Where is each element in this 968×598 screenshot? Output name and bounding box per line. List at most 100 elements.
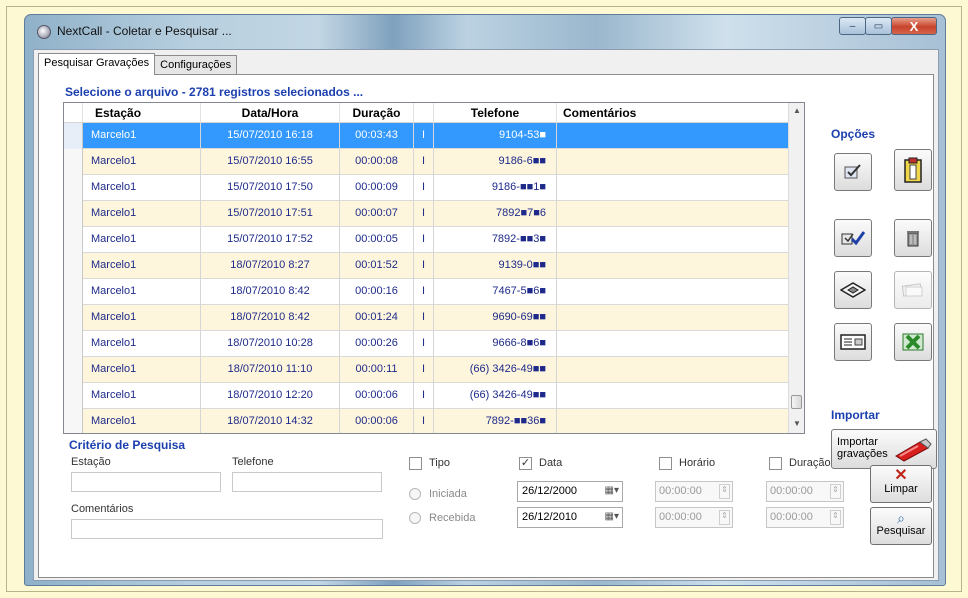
table-row[interactable]: Marcelo1 18/07/2010 11:10 00:00:11 I (66) 34… [64,357,789,383]
importar-gravacoes-button[interactable]: Importar gravações [831,429,937,469]
spinner-icon[interactable]: ⇕ [719,510,730,525]
row-selector[interactable] [64,331,83,357]
cell-telefone: 7892-■■36■ [434,409,557,433]
horario-checkbox[interactable] [659,457,672,470]
horario-from-input[interactable]: 00:00:00 ⇕ [655,481,733,502]
scroll-up-icon[interactable]: ▲ [789,103,804,120]
spinner-icon[interactable]: ⇕ [719,484,730,499]
table-row[interactable]: Marcelo1 18/07/2010 14:32 00:00:06 I 7892-■■… [64,409,789,433]
cell-data-hora: 18/07/2010 11:10 [201,357,340,383]
table-row[interactable]: Marcelo1 18/07/2010 10:28 00:00:26 I 9666-8■… [64,331,789,357]
comentarios-input[interactable] [71,519,383,539]
tab-pesquisar-gravacoes[interactable]: Pesquisar Gravações [38,53,156,75]
duracao-to-input[interactable]: 00:00:00 ⇕ [766,507,844,528]
row-selector[interactable] [64,149,83,175]
cell-estacao: Marcelo1 [83,383,201,409]
row-selector[interactable] [64,409,83,433]
trash-icon [907,231,919,247]
data-to-picker[interactable]: 26/12/2010 ▦▾ [517,507,623,528]
tab-configuracoes[interactable]: Configurações [154,55,238,75]
duracao-from-input[interactable]: 00:00:00 ⇕ [766,481,844,502]
tipo-checkbox[interactable] [409,457,422,470]
cell-comentarios [557,279,789,305]
spinner-icon[interactable]: ⇕ [830,510,841,525]
card-button[interactable] [834,323,872,361]
options-title: Opções [831,127,876,141]
row-selector[interactable] [64,279,83,305]
cell-tipo: I [414,149,434,175]
column-header-tipo[interactable] [414,103,434,122]
estacao-input[interactable] [71,472,221,492]
cell-telefone: 9666-8■6■ [434,331,557,357]
delete-button[interactable] [894,219,932,257]
column-header-estacao[interactable]: Estação [83,103,201,122]
table-row[interactable]: Marcelo1 15/07/2010 16:18 00:03:43 I 9104-53… [64,123,789,149]
row-selector[interactable] [64,201,83,227]
play-disk-button[interactable] [834,271,872,309]
mark-file-button[interactable] [834,153,872,191]
cell-duracao: 00:00:16 [340,279,414,305]
table-row[interactable]: Marcelo1 18/07/2010 12:20 00:00:06 I (66) 34… [64,383,789,409]
cell-duracao: 00:03:43 [340,123,414,149]
recordings-grid[interactable]: Estação Data/Hora Duração Telefone Comen… [63,102,805,434]
cell-estacao: Marcelo1 [83,123,201,149]
export-excel-button[interactable] [894,323,932,361]
row-selector[interactable] [64,305,83,331]
table-row[interactable]: Marcelo1 18/07/2010 8:42 00:01:24 I 9690-69■… [64,305,789,331]
list-title: Selecione o arquivo - 2781 registros sel… [65,85,364,99]
table-row[interactable]: Marcelo1 15/07/2010 17:52 00:00:05 I 7892-■■… [64,227,789,253]
calendar-dropdown-icon[interactable]: ▦▾ [605,511,619,522]
spinner-icon[interactable]: ⇕ [830,484,841,499]
column-header-telefone[interactable]: Telefone [434,103,557,122]
row-selector[interactable] [64,253,83,279]
cell-comentarios [557,227,789,253]
pesquisar-button[interactable]: ⌕ Pesquisar [870,507,932,545]
cell-tipo: I [414,305,434,331]
horario-to-input[interactable]: 00:00:00 ⇕ [655,507,733,528]
table-row[interactable]: Marcelo1 15/07/2010 17:51 00:00:07 I 7892■7■… [64,201,789,227]
scroll-thumb[interactable] [791,395,802,409]
vertical-scrollbar[interactable]: ▲ ▼ [788,103,804,433]
recebida-radio[interactable] [409,512,421,524]
row-selector[interactable] [64,175,83,201]
duracao-from-value: 00:00:00 [770,485,813,497]
check-mark-icon [844,164,861,179]
column-header-data-hora[interactable]: Data/Hora [201,103,340,122]
cell-comentarios [557,305,789,331]
table-row[interactable]: Marcelo1 15/07/2010 17:50 00:00:09 I 9186-■■… [64,175,789,201]
cell-comentarios [557,409,789,433]
telefone-input[interactable] [232,472,382,492]
calendar-dropdown-icon[interactable]: ▦▾ [605,485,619,496]
row-selector[interactable] [64,227,83,253]
app-window: NextCall - Coletar e Pesquisar ... ‒ ▭ X… [24,14,946,586]
importar-gravacoes-label: Importar gravações [837,436,888,460]
app-icon [37,25,51,39]
column-header-duracao[interactable]: Duração [340,103,414,122]
maximize-button[interactable]: ▭ [865,17,892,35]
cell-data-hora: 15/07/2010 17:52 [201,227,340,253]
cell-duracao: 00:00:26 [340,331,414,357]
scroll-down-icon[interactable]: ▼ [789,416,804,433]
comentarios-label: Comentários [71,503,134,515]
data-checkbox[interactable]: ✓ [519,457,532,470]
data-from-picker[interactable]: 26/12/2000 ▦▾ [517,481,623,502]
close-button[interactable]: X [891,17,937,35]
table-row[interactable]: Marcelo1 18/07/2010 8:42 00:00:16 I 7467-5■6… [64,279,789,305]
estacao-label: Estação [71,456,111,468]
check-all-button[interactable] [834,219,872,257]
clipboard-button[interactable] [894,149,932,191]
row-selector[interactable] [64,123,83,149]
limpar-button[interactable]: ✕ Limpar [870,465,932,503]
table-row[interactable]: Marcelo1 18/07/2010 8:27 00:01:52 I 9139-0■■ [64,253,789,279]
iniciada-radio[interactable] [409,488,421,500]
duracao-checkbox[interactable] [769,457,782,470]
horario-label: Horário [679,457,716,469]
row-selector[interactable] [64,357,83,383]
export-button[interactable] [894,271,932,309]
minimize-button[interactable]: ‒ [839,17,866,35]
table-row[interactable]: Marcelo1 15/07/2010 16:55 00:00:08 I 9186-6■… [64,149,789,175]
cell-telefone: 7467-5■6■ [434,279,557,305]
row-selector[interactable] [64,383,83,409]
title-bar: NextCall - Coletar e Pesquisar ... ‒ ▭ X [25,15,945,49]
column-header-comentarios[interactable]: Comentários [557,103,789,122]
